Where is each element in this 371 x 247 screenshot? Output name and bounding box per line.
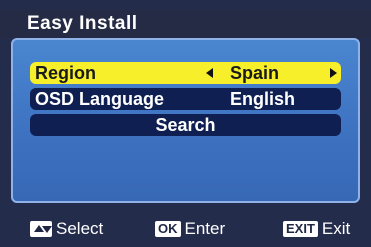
- easy-install-screen: Easy Install Region Spain OSD Language E…: [0, 0, 371, 247]
- key-hints-bar: Select OK Enter EXIT Exit: [0, 214, 371, 244]
- osd-language-value: English: [230, 89, 296, 109]
- search-label: Search: [155, 115, 216, 135]
- arrow-right-icon[interactable]: [330, 68, 337, 78]
- menu-item-osd-language[interactable]: OSD Language English: [30, 88, 341, 110]
- region-value: Spain: [230, 63, 280, 83]
- up-down-keys-icon: [30, 221, 52, 237]
- arrow-left-icon[interactable]: [206, 68, 213, 78]
- hint-enter: OK Enter: [155, 214, 225, 244]
- region-label: Region: [35, 63, 96, 83]
- menu-item-search[interactable]: Search: [30, 114, 341, 136]
- hint-exit-label: Exit: [321, 219, 351, 238]
- menu-item-region[interactable]: Region Spain: [30, 62, 341, 84]
- osd-language-label: OSD Language: [35, 89, 165, 109]
- hint-select-label: Select: [56, 219, 104, 238]
- hint-enter-label: Enter: [184, 219, 226, 238]
- hint-exit: EXIT Exit: [283, 214, 350, 244]
- hint-select: Select: [30, 214, 103, 244]
- settings-menu: Region Spain OSD Language English Search: [30, 62, 341, 140]
- menu-panel: Region Spain OSD Language English Search: [11, 38, 360, 203]
- ok-key-icon: OK: [155, 221, 181, 237]
- exit-key-icon: EXIT: [283, 221, 318, 237]
- screen-title: Easy Install: [0, 10, 371, 38]
